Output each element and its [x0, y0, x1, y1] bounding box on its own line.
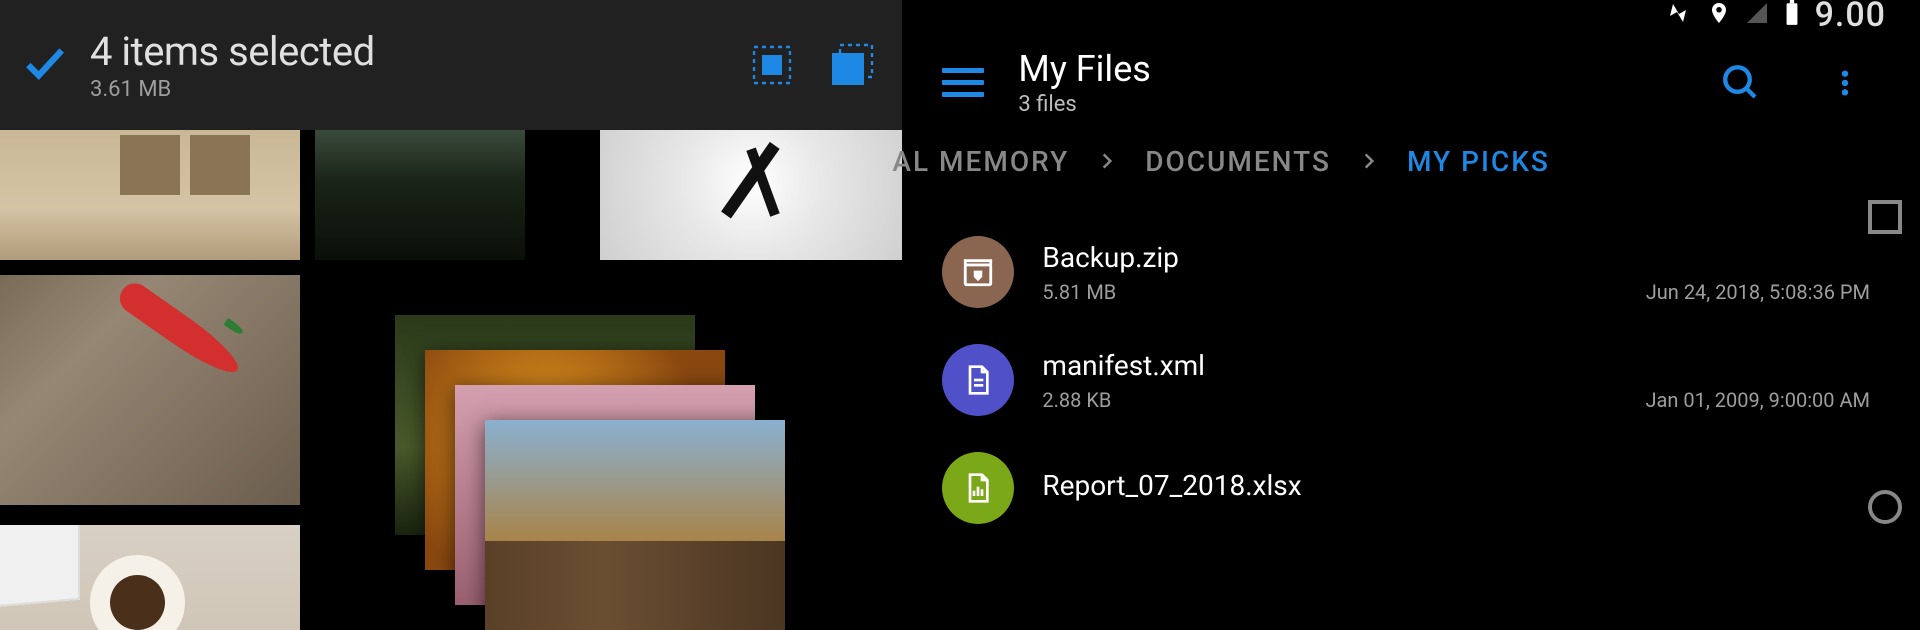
files-panel: 9.00 My Files 3 files AL MEMORY DOCUMENT…: [902, 0, 1920, 630]
selection-check-icon[interactable]: [20, 38, 70, 92]
signal-icon: [1745, 1, 1769, 30]
gallery-thumb[interactable]: [600, 130, 902, 260]
search-button[interactable]: [1716, 58, 1766, 108]
selection-header: 4 items selected 3.61 MB: [0, 0, 902, 130]
spreadsheet-icon: [942, 452, 1014, 524]
app-title: My Files: [1018, 48, 1662, 90]
gallery-panel: 4 items selected 3.61 MB: [0, 0, 902, 630]
breadcrumb-item-active[interactable]: MY PICKS: [1407, 145, 1550, 178]
file-row[interactable]: manifest.xml 2.88 KB Jan 01, 2009, 9:00:…: [942, 326, 1870, 434]
breadcrumb-item[interactable]: DOCUMENTS: [1145, 145, 1331, 178]
file-name: Backup.zip: [1042, 241, 1870, 274]
app-title-wrap: My Files 3 files: [1018, 48, 1662, 117]
file-size: 5.81 MB: [1042, 280, 1116, 304]
menu-button[interactable]: [942, 68, 984, 97]
gallery-thumb[interactable]: [315, 130, 525, 260]
file-name: Report_07_2018.xlsx: [1042, 469, 1870, 502]
status-clock: 9.00: [1815, 0, 1886, 35]
nav-recent-button[interactable]: [1868, 200, 1902, 234]
more-button[interactable]: [1820, 58, 1870, 108]
activity-icon: [1663, 1, 1693, 30]
breadcrumb-item[interactable]: AL MEMORY: [892, 145, 1069, 178]
nav-home-button[interactable]: [1868, 490, 1902, 524]
drag-stack[interactable]: [395, 315, 895, 630]
select-all-button[interactable]: [742, 35, 802, 95]
chevron-right-icon: [1359, 145, 1379, 178]
app-header: My Files 3 files: [902, 30, 1920, 135]
location-icon: [1707, 1, 1731, 30]
file-date: Jun 24, 2018, 5:08:36 PM: [1646, 280, 1870, 304]
selection-title: 4 items selected: [90, 28, 722, 75]
file-list: Backup.zip 5.81 MB Jun 24, 2018, 5:08:36…: [902, 208, 1920, 542]
gallery-thumb[interactable]: [0, 525, 300, 630]
file-date: Jan 01, 2009, 9:00:00 AM: [1645, 388, 1870, 412]
file-name: manifest.xml: [1042, 349, 1870, 382]
file-row[interactable]: Backup.zip 5.81 MB Jun 24, 2018, 5:08:36…: [942, 218, 1870, 326]
app-subtitle: 3 files: [1018, 92, 1662, 117]
select-inverse-button[interactable]: [822, 35, 882, 95]
file-row[interactable]: Report_07_2018.xlsx: [942, 434, 1870, 542]
breadcrumb: AL MEMORY DOCUMENTS MY PICKS: [902, 135, 1920, 208]
gallery-thumb[interactable]: [0, 275, 300, 505]
gallery-grid[interactable]: [0, 130, 902, 630]
gallery-thumb[interactable]: [0, 130, 300, 260]
status-bar: 9.00: [902, 0, 1920, 30]
selection-size: 3.61 MB: [90, 77, 722, 102]
file-size: 2.88 KB: [1042, 388, 1111, 412]
archive-icon: [942, 236, 1014, 308]
chevron-right-icon: [1097, 145, 1117, 178]
file-icon: [942, 344, 1014, 416]
battery-icon: [1783, 0, 1801, 31]
stack-card: [485, 420, 785, 630]
selection-text: 4 items selected 3.61 MB: [90, 28, 722, 102]
